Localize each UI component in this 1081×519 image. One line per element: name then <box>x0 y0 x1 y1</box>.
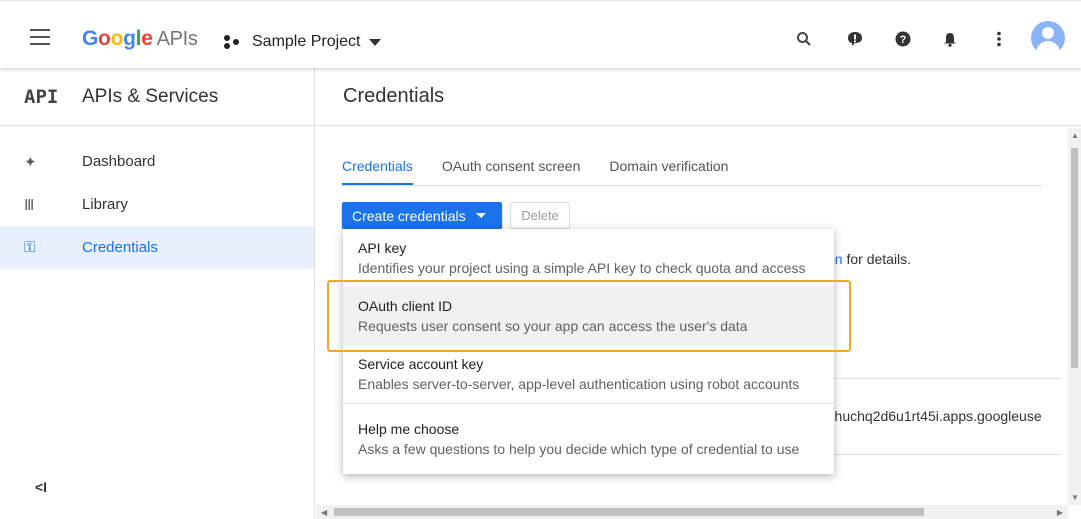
dashboard-icon: ✦ <box>24 153 37 171</box>
tab-bar: Credentials OAuth consent screen Domain … <box>342 158 1042 186</box>
menu-item-help-me-choose[interactable]: Help me choose Asks a few questions to h… <box>343 404 834 474</box>
help-icon[interactable]: ? <box>895 31 911 47</box>
key-icon: ⚿ <box>24 239 36 256</box>
menu-item-api-key[interactable]: API key Identifies your project using a … <box>343 229 834 287</box>
menu-item-description: Enables server-to-server, app-level auth… <box>358 376 800 392</box>
sidebar-item-credentials[interactable]: ⚿ Credentials <box>0 226 314 269</box>
sidebar-title: APIs & Services <box>82 85 219 107</box>
menu-item-description: Asks a few questions to help you decide … <box>358 441 800 457</box>
scroll-up-icon[interactable]: ▲ <box>1071 131 1079 140</box>
details-suffix: for details. <box>842 251 912 267</box>
svg-text:?: ? <box>900 34 907 46</box>
library-icon: Ⅲ <box>24 196 35 214</box>
divider <box>816 378 1061 379</box>
tab-domain-verification[interactable]: Domain verification <box>609 158 728 185</box>
tab-credentials[interactable]: Credentials <box>342 158 413 185</box>
sidebar-item-label: Credentials <box>82 239 158 256</box>
delete-button[interactable]: Delete <box>510 202 570 229</box>
google-apis-logo[interactable]: Google APIs <box>82 27 198 51</box>
chevron-down-icon <box>368 38 381 46</box>
create-credentials-label: Create credentials <box>352 207 466 224</box>
sidebar-item-library[interactable]: Ⅲ Library <box>0 183 314 226</box>
api-badge-icon: API <box>24 85 59 108</box>
hamburger-menu-icon[interactable] <box>30 29 50 45</box>
create-credentials-button[interactable]: Create credentials <box>342 202 502 229</box>
chevron-down-icon <box>475 213 486 218</box>
vertical-scrollbar[interactable]: ▲ ▼ <box>1068 128 1081 505</box>
menu-item-oauth-client-id[interactable]: OAuth client ID Requests user consent so… <box>343 287 834 345</box>
project-name: Sample Project <box>252 33 361 50</box>
menu-item-title: OAuth client ID <box>358 298 453 314</box>
scroll-right-icon[interactable]: ▶ <box>1057 508 1063 517</box>
menu-item-title: API key <box>358 240 407 256</box>
logo-apis-text: APIs <box>156 28 198 50</box>
project-selector[interactable]: Sample Project <box>222 33 381 51</box>
horizontal-scrollbar[interactable]: ◀ ▶ <box>316 505 1068 519</box>
more-vert-icon[interactable] <box>991 31 1007 47</box>
bell-icon[interactable] <box>942 31 958 47</box>
notifications-alert-icon[interactable] <box>847 31 863 47</box>
scroll-down-icon[interactable]: ▼ <box>1071 493 1079 502</box>
menu-item-service-account-key[interactable]: Service account key Enables server-to-se… <box>343 345 834 403</box>
client-id-value: rj3huchq2d6u1rt45i.apps.googleuse <box>819 408 1042 424</box>
sidebar-item-label: Library <box>82 196 128 213</box>
create-credentials-menu: API key Identifies your project using a … <box>343 229 834 474</box>
divider <box>816 454 1061 455</box>
menu-item-title: Help me choose <box>358 421 460 437</box>
menu-item-description: Identifies your project using a simple A… <box>358 260 806 276</box>
page-title: Credentials <box>316 68 1081 126</box>
sidebar-item-label: Dashboard <box>82 153 156 170</box>
sidebar-item-dashboard[interactable]: ✦ Dashboard <box>0 140 314 183</box>
tab-oauth-consent-screen[interactable]: OAuth consent screen <box>442 158 581 185</box>
project-dots-icon <box>222 33 244 51</box>
top-app-bar: Google APIs Sample Project ? <box>0 0 1081 68</box>
menu-item-title: Service account key <box>358 356 484 372</box>
collapse-sidebar-icon[interactable]: <I <box>35 479 47 495</box>
logo-google-text: Google <box>82 27 153 50</box>
avatar[interactable] <box>1031 21 1065 55</box>
scroll-left-icon[interactable]: ◀ <box>321 508 327 517</box>
sidebar-header: API APIs & Services <box>0 68 314 126</box>
menu-item-description: Requests user consent so your app can ac… <box>358 318 748 334</box>
horizontal-scroll-thumb[interactable] <box>334 508 924 516</box>
sidebar: API APIs & Services ✦ Dashboard Ⅲ Librar… <box>0 68 315 519</box>
vertical-scroll-thumb[interactable] <box>1071 148 1078 368</box>
search-icon[interactable] <box>796 31 812 47</box>
